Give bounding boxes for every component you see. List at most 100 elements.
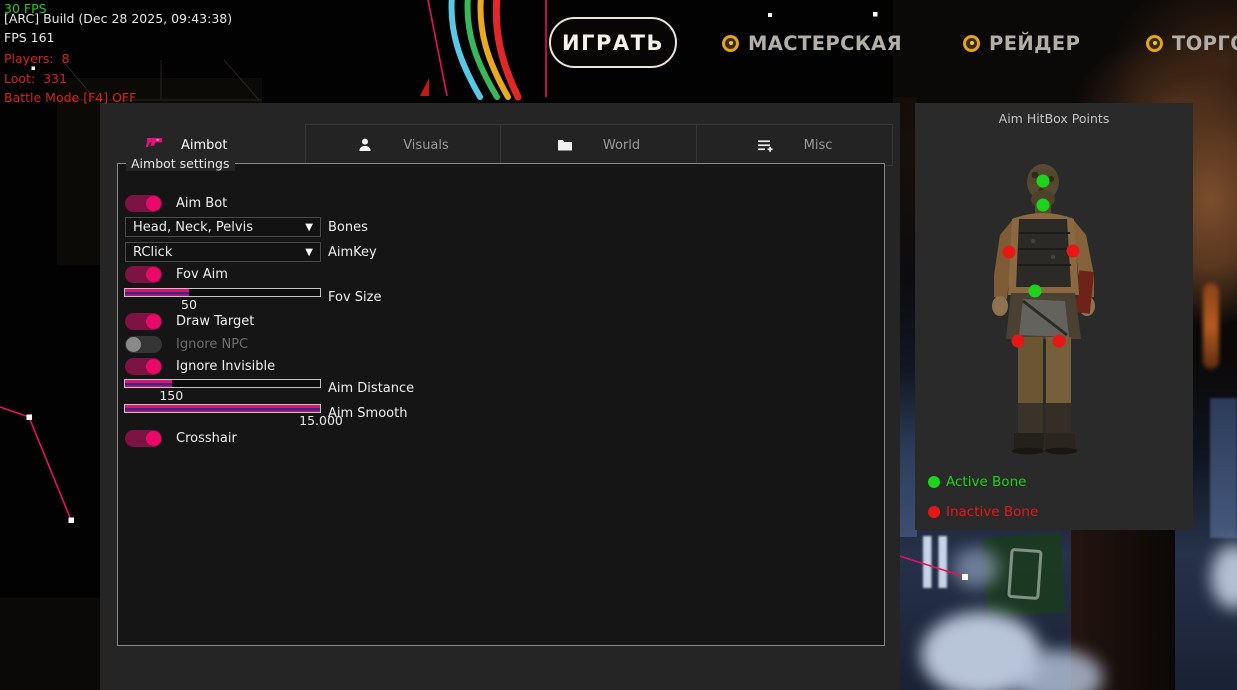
playlist-add-icon: [757, 138, 774, 153]
ignore-invisible-label: Ignore Invisible: [176, 359, 275, 374]
toggle-knob: [146, 314, 161, 329]
aimbot-settings-group: Aimbot settings Aim Bot Head, Neck, Pelv…: [117, 163, 885, 646]
slider-track[interactable]: [124, 379, 321, 388]
fps-label: FPS 161: [4, 30, 55, 45]
bones-dropdown-value: Head, Neck, Pelvis: [133, 220, 253, 235]
fov-aim-label: Fov Aim: [176, 267, 228, 282]
tab-label: Aimbot: [181, 138, 227, 153]
active-bone-dot: [928, 476, 940, 488]
crosshair-row: Crosshair: [125, 429, 237, 447]
window-panes: [1210, 398, 1237, 538]
bones-label: Bones: [328, 220, 368, 235]
fov-size-label: Fov Size: [328, 290, 381, 305]
chevron-down-icon: ▼: [305, 247, 313, 258]
aimkey-dropdown-value: RClick: [133, 245, 172, 260]
aim-bot-label: Aim Bot: [176, 196, 227, 211]
tab-visuals[interactable]: Visuals: [305, 124, 501, 166]
loot-count: Loot: 331: [4, 71, 67, 86]
hitbox-point-pelvis: [1029, 285, 1042, 298]
tab-world[interactable]: World: [500, 124, 697, 166]
person-icon: [357, 137, 373, 153]
aim-distance-value: 150: [159, 388, 183, 403]
players-count: Players: 8: [4, 51, 70, 66]
aim-distance-label: Aim Distance: [328, 381, 414, 396]
legend-active: Active Bone: [928, 474, 1026, 490]
light-blob: [1211, 545, 1237, 609]
window-bars: [923, 536, 951, 588]
group-title: Aimbot settings: [126, 156, 235, 171]
hitbox-point-left-knee: [1012, 335, 1025, 348]
rainbow-streak: [452, 0, 518, 97]
aim-smooth-label: Aim Smooth: [328, 406, 407, 421]
active-bone-label: Active Bone: [946, 474, 1026, 490]
nav-item-label: РЕЙДЕР: [989, 32, 1080, 55]
nav-item-trade[interactable]: ТОРГО: [1146, 28, 1237, 58]
inactive-bone-label: Inactive Bone: [946, 504, 1038, 520]
nav-item-label: ТОРГО: [1172, 32, 1237, 55]
crosshair-toggle[interactable]: [125, 430, 162, 447]
hitbox-point-left-elbow: [1003, 246, 1016, 259]
aimkey-dropdown[interactable]: RClick ▼: [125, 242, 321, 262]
aim-bot-row: Aim Bot: [125, 194, 227, 212]
ignore-npc-row: Ignore NPC: [125, 335, 248, 353]
slider-track[interactable]: [124, 288, 321, 297]
draw-target-toggle[interactable]: [125, 313, 162, 330]
draw-target-label: Draw Target: [176, 314, 254, 329]
build-info: [ARC] Build (Dec 28 2025, 09:43:38): [4, 11, 232, 26]
cheat-menu-panel: Aimbot Visuals World Misc Aimbot setting…: [100, 103, 900, 690]
aim-distance-slider[interactable]: 150: [124, 379, 321, 403]
legend-inactive: Inactive Bone: [928, 504, 1038, 520]
crosshair-label: Crosshair: [176, 431, 237, 446]
inactive-bone-dot: [928, 506, 940, 518]
hitbox-point-head: [1037, 175, 1050, 188]
fov-size-slider[interactable]: 50: [124, 288, 321, 312]
hitbox-point-right-elbow: [1067, 245, 1080, 258]
hitbox-panel: Aim HitBox Points: [915, 103, 1193, 530]
tab-misc[interactable]: Misc: [696, 124, 893, 166]
ignore-invisible-toggle[interactable]: [125, 358, 162, 375]
toggle-knob: [146, 196, 161, 211]
aim-smooth-slider[interactable]: 15.000: [124, 404, 321, 428]
toggle-knob: [126, 337, 141, 352]
fov-aim-row: Fov Aim: [125, 265, 228, 283]
slider-fill: [125, 405, 320, 412]
background-floor: [0, 598, 100, 690]
chevron-down-icon: ▼: [305, 222, 313, 233]
hitbox-point-neck: [1037, 199, 1050, 212]
toggle-knob: [146, 431, 161, 446]
slider-fill: [125, 289, 189, 296]
draw-target-row: Draw Target: [125, 312, 254, 330]
ignore-invisible-row: Ignore Invisible: [125, 357, 275, 375]
aim-bot-toggle[interactable]: [125, 195, 162, 212]
slider-fill: [125, 380, 172, 387]
folder-icon: [557, 138, 573, 152]
hitbox-point-right-knee: [1053, 335, 1066, 348]
play-button[interactable]: ИГРАТЬ: [549, 17, 677, 68]
bones-dropdown[interactable]: Head, Neck, Pelvis ▼: [125, 217, 321, 237]
slider-track[interactable]: [124, 404, 321, 413]
coin-icon: [722, 35, 739, 52]
coin-icon: [963, 35, 980, 52]
game-screen: 30 FPS [ARC] Build (Dec 28 2025, 09:43:3…: [0, 0, 1237, 690]
fov-aim-toggle[interactable]: [125, 266, 162, 283]
battle-mode-status: Battle Mode [F4] OFF: [4, 90, 136, 105]
fov-size-value: 50: [181, 297, 197, 312]
toggle-knob: [146, 267, 161, 282]
toggle-knob: [146, 359, 161, 374]
tab-label: Misc: [804, 138, 833, 153]
light-blob: [953, 548, 999, 588]
debug-hud: 30 FPS [ARC] Build (Dec 28 2025, 09:43:3…: [4, 0, 20, 120]
coin-icon: [1146, 35, 1163, 52]
orange-light-streak: [1203, 283, 1219, 369]
pistol-icon: [146, 136, 163, 154]
nav-item-raider[interactable]: РЕЙДЕР: [963, 28, 1080, 58]
ignore-npc-toggle[interactable]: [125, 336, 162, 353]
tab-label: World: [603, 138, 640, 153]
nav-item-workshop[interactable]: МАСТЕРСКАЯ: [722, 28, 902, 58]
play-button-label: ИГРАТЬ: [562, 31, 664, 55]
ignore-npc-label: Ignore NPC: [176, 337, 248, 352]
tab-label: Visuals: [403, 138, 449, 153]
nav-item-label: МАСТЕРСКАЯ: [748, 32, 902, 55]
aimkey-label: AimKey: [328, 245, 377, 260]
player-model: [915, 103, 1193, 530]
